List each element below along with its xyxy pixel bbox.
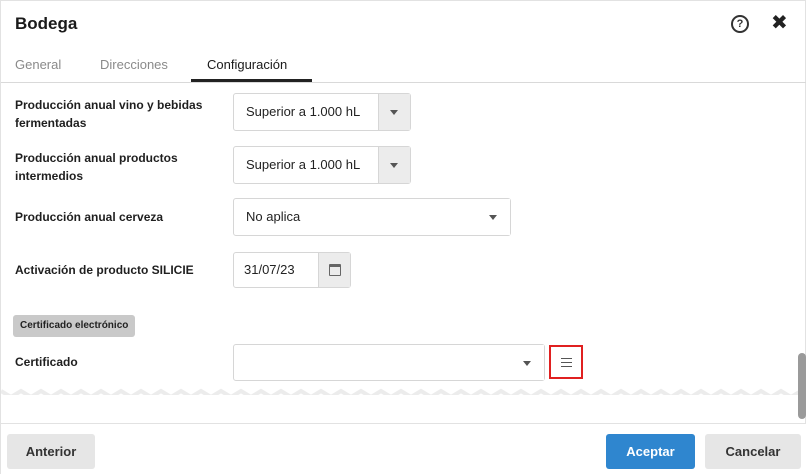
date-activacion-silicie[interactable]: 31/07/23 [233,252,351,288]
select-produccion-vino-toggle[interactable] [378,94,410,130]
select-produccion-cerveza[interactable]: No aplica [233,198,511,236]
select-produccion-vino[interactable]: Superior a 1.000 hL [233,93,411,131]
bodega-dialog: Bodega ? ✖ General Direcciones Configura… [0,0,806,474]
label-produccion-intermedios: Producción anual productos intermedios [15,151,178,183]
chevron-down-icon [489,215,497,220]
content-scrollbar[interactable] [798,353,806,419]
tab-bar: General Direcciones Configuración [1,47,806,83]
configuration-form: Producción anual vino y bebidas fermenta… [1,83,801,395]
label-produccion-vino: Producción anual vino y bebidas fermenta… [15,98,203,130]
dialog-title: Bodega [15,14,78,33]
chevron-down-icon [523,361,531,366]
close-icon[interactable]: ✖ [771,11,788,35]
date-activacion-silicie-value: 31/07/23 [244,262,295,277]
aceptar-button[interactable]: Aceptar [606,434,695,469]
select-produccion-vino-value: Superior a 1.000 hL [246,104,361,119]
help-icon[interactable]: ? [731,15,749,33]
list-icon [561,358,572,367]
label-certificado: Certificado [15,355,78,369]
torn-edge-divider [1,388,801,395]
select-certificado[interactable] [233,344,545,381]
tab-direcciones[interactable]: Direcciones [100,57,168,72]
certificado-list-button[interactable] [549,345,583,379]
select-certificado-toggle[interactable] [512,345,544,380]
calendar-icon [329,264,341,276]
select-produccion-cerveza-toggle[interactable] [478,199,510,235]
tab-configuracion[interactable]: Configuración [207,57,287,72]
label-activacion-silicie: Activación de producto SILICIE [15,263,194,277]
active-tab-indicator [191,79,312,82]
select-produccion-intermedios-value: Superior a 1.000 hL [246,157,361,172]
chevron-down-icon [390,163,398,168]
anterior-button[interactable]: Anterior [7,434,95,469]
label-produccion-cerveza: Producción anual cerveza [15,210,164,224]
dialog-header: Bodega ? ✖ [1,1,806,47]
chevron-down-icon [390,110,398,115]
select-produccion-intermedios-toggle[interactable] [378,147,410,183]
select-produccion-cerveza-value: No aplica [246,209,301,224]
tab-general[interactable]: General [15,57,61,72]
dialog-footer: Anterior Aceptar Cancelar [1,423,806,474]
section-certificado-electronico: Certificado electrónico [13,315,136,337]
select-produccion-intermedios[interactable]: Superior a 1.000 hL [233,146,411,184]
cancelar-button[interactable]: Cancelar [705,434,801,469]
date-picker-button[interactable] [318,253,350,287]
